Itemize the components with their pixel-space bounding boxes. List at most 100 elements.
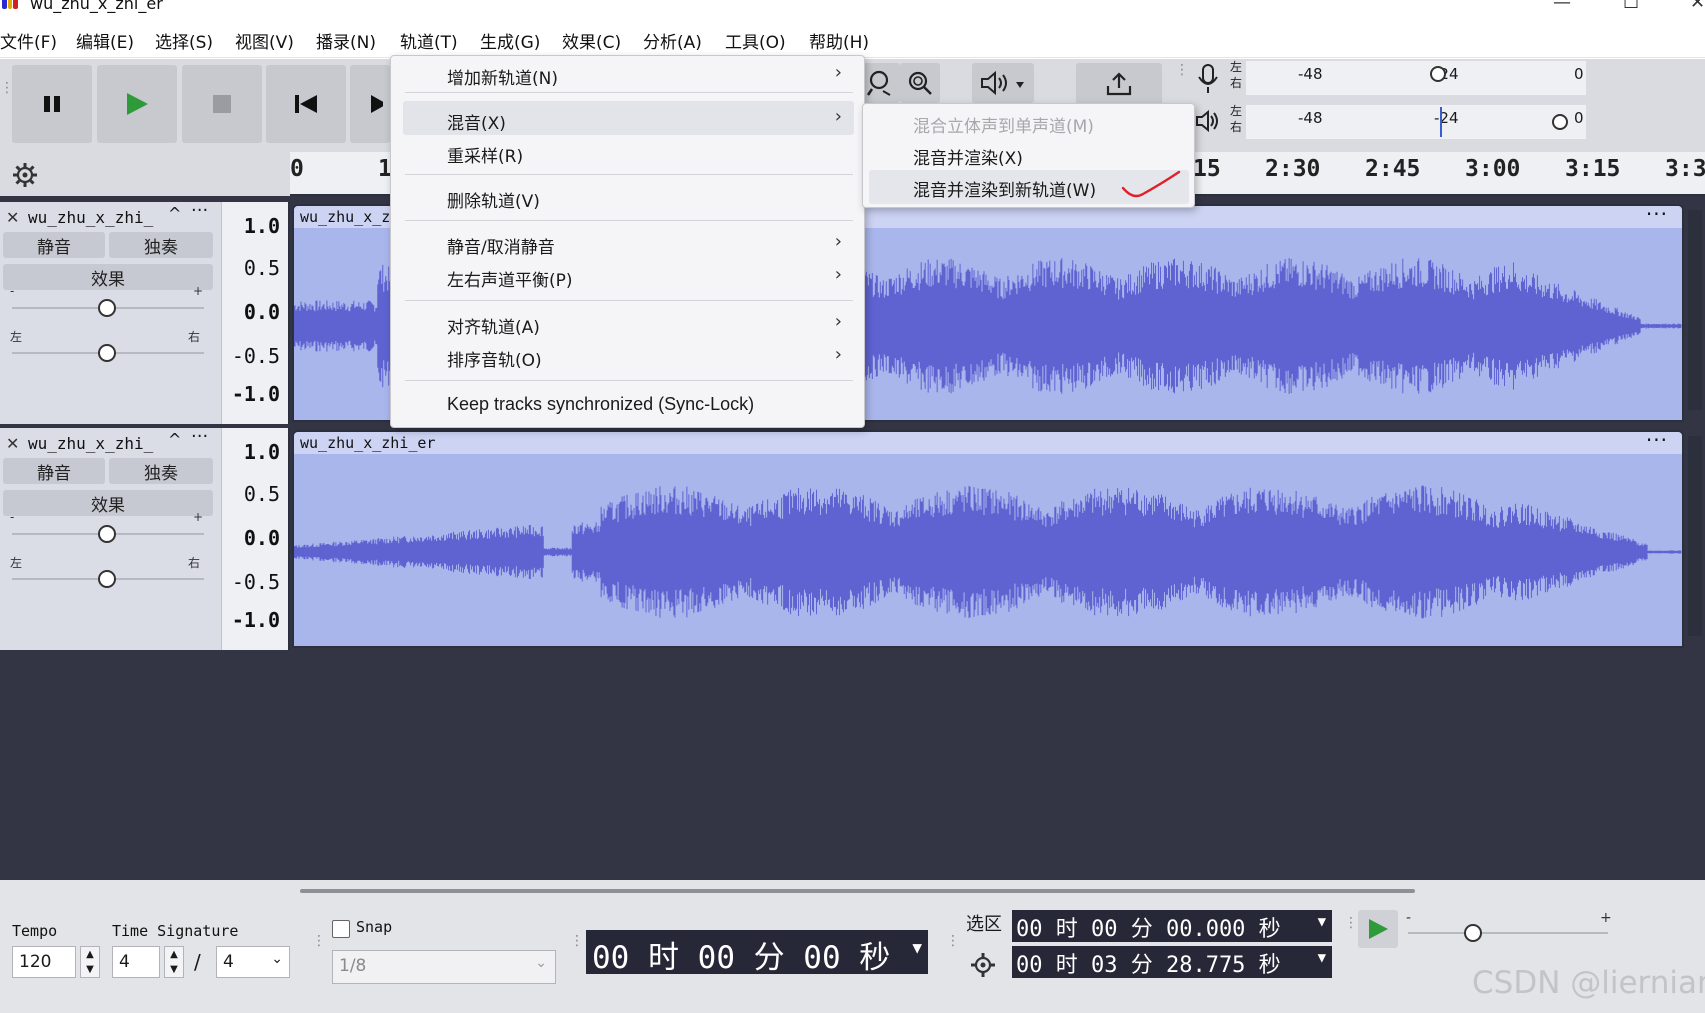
- menu-item-sync-lock[interactable]: Keep tracks synchronized (Sync-Lock): [447, 394, 754, 415]
- selection-grip[interactable]: ⋮: [946, 934, 960, 948]
- snap-grip[interactable]: ⋮: [312, 934, 326, 948]
- maximize-icon[interactable]: ☐: [1623, 0, 1639, 13]
- submenu-item-mix-stereo-to-mono[interactable]: 混合立体声到单声道(M): [913, 112, 1094, 137]
- minimize-icon[interactable]: —: [1553, 0, 1571, 13]
- zoom-toggle-button[interactable]: [900, 63, 940, 103]
- play-button[interactable]: [97, 65, 177, 143]
- pause-button[interactable]: [12, 65, 92, 143]
- track-scrollbar[interactable]: [1688, 210, 1702, 410]
- track-scrollbar[interactable]: [1688, 436, 1702, 636]
- track-name[interactable]: wu_zhu_x_zhi_: [28, 208, 153, 227]
- track-control-panel[interactable]: ✕ wu_zhu_x_zhi_ ^ ··· 静音 独奏 效果 - + 左 右: [0, 426, 222, 650]
- menu-help[interactable]: 帮助(H): [809, 28, 869, 53]
- zoom-fit-button[interactable]: [860, 63, 900, 103]
- menu-file[interactable]: 文件(F): [0, 28, 57, 53]
- menu-analyze[interactable]: 分析(A): [643, 28, 702, 53]
- audio-clip[interactable]: wu_zhu_x_zhi_er ···: [292, 430, 1684, 648]
- play-at-speed-grip[interactable]: ⋮: [1344, 916, 1358, 930]
- clip-menu-icon[interactable]: ···: [1646, 432, 1668, 452]
- record-level-knob[interactable]: [1430, 66, 1446, 82]
- playback-meter[interactable]: -48 -24 0: [1246, 105, 1586, 139]
- menu-item-mute-unmute[interactable]: 静音/取消静音: [447, 233, 555, 258]
- microphone-icon[interactable]: [1196, 63, 1220, 95]
- speed-slider-knob[interactable]: [1464, 924, 1482, 942]
- menu-generate[interactable]: 生成(G): [480, 28, 540, 53]
- submenu-item-mix-and-render[interactable]: 混音并渲染(X): [913, 144, 1023, 169]
- time-grip[interactable]: ⋮: [570, 934, 584, 948]
- playback-speaker-icon[interactable]: [1194, 107, 1220, 137]
- audio-setup-button[interactable]: [972, 63, 1034, 103]
- dropdown-triangle-icon[interactable]: ▼: [1318, 914, 1326, 930]
- selection-gear-icon[interactable]: [970, 952, 996, 978]
- speed-slider-track[interactable]: [1408, 932, 1608, 934]
- pan-slider-knob[interactable]: [98, 344, 116, 362]
- snap-checkbox[interactable]: [332, 920, 350, 938]
- solo-button[interactable]: 独奏: [109, 458, 213, 484]
- vertical-scale[interactable]: 1.0 0.5 0.0 -0.5 -1.0: [222, 202, 290, 424]
- track-name[interactable]: wu_zhu_x_zhi_: [28, 434, 153, 453]
- time-signature-spinner[interactable]: ▲ ▼: [164, 946, 184, 978]
- menu-item-add-new-track[interactable]: 增加新轨道(N): [447, 64, 558, 89]
- menu-edit[interactable]: 编辑(E): [76, 28, 134, 53]
- play-at-speed-button[interactable]: [1358, 910, 1398, 948]
- mute-button[interactable]: 静音: [3, 458, 105, 484]
- clip-header[interactable]: wu_zhu_x_zhi_er ···: [294, 432, 1682, 454]
- skip-end-button[interactable]: [350, 65, 390, 143]
- menu-select[interactable]: 选择(S): [155, 28, 213, 53]
- playback-meter-channels: 左右: [1230, 104, 1243, 134]
- close-window-icon[interactable]: ✕: [1690, 0, 1705, 13]
- gain-slider-knob[interactable]: [98, 299, 116, 317]
- submenu-item-mix-render-new-track[interactable]: 混音并渲染到新轨道(W): [913, 176, 1096, 201]
- playback-level-knob[interactable]: [1552, 114, 1568, 130]
- menu-record[interactable]: 播录(N): [316, 28, 376, 53]
- menu-item-align-tracks[interactable]: 对齐轨道(A): [447, 313, 540, 338]
- meter-grip[interactable]: ⋮: [1175, 63, 1189, 77]
- solo-button[interactable]: 独奏: [109, 232, 213, 258]
- horizontal-scrollbar[interactable]: [300, 889, 1415, 893]
- horizontal-scroll-area[interactable]: [0, 880, 1705, 902]
- menu-item-mix[interactable]: 混音(X): [447, 109, 506, 134]
- record-meter[interactable]: -48 -24 0: [1246, 61, 1586, 95]
- selection-end-display[interactable]: 00 时 03 分 28.775 秒 ▼: [1012, 946, 1332, 978]
- mute-button[interactable]: 静音: [3, 232, 105, 258]
- menu-tracks[interactable]: 轨道(T): [400, 28, 458, 53]
- close-track-icon[interactable]: ✕: [6, 208, 19, 227]
- audio-position-display[interactable]: 00 时 00 分 00 秒 ▼: [586, 930, 928, 976]
- pan-slider-knob[interactable]: [98, 570, 116, 588]
- effects-button[interactable]: 效果: [3, 490, 213, 516]
- tempo-spinner[interactable]: ▲ ▼: [80, 946, 100, 978]
- menu-effects[interactable]: 效果(C): [562, 28, 621, 53]
- effects-button[interactable]: 效果: [3, 264, 213, 290]
- selection-start-display[interactable]: 00 时 00 分 00.000 秒 ▼: [1012, 910, 1332, 942]
- time-signature-numerator[interactable]: 4: [112, 946, 160, 978]
- gear-icon[interactable]: [12, 162, 38, 188]
- tempo-input[interactable]: 120: [12, 946, 76, 978]
- menu-item-sort-tracks[interactable]: 排序音轨(O): [447, 346, 542, 371]
- time-signature-denominator[interactable]: 4 ⌄: [216, 946, 290, 978]
- collapse-track-icon[interactable]: ^: [168, 430, 181, 449]
- menu-view[interactable]: 视图(V): [235, 28, 294, 53]
- playback-meter-tick: 0: [1574, 109, 1584, 127]
- stop-button[interactable]: [182, 65, 262, 143]
- dropdown-triangle-icon[interactable]: ▼: [912, 938, 922, 957]
- track-menu-icon[interactable]: ···: [191, 426, 208, 447]
- scale-label: -0.5: [231, 344, 280, 368]
- toolbar-grip[interactable]: ⋮: [0, 81, 14, 95]
- waveform[interactable]: [294, 454, 1682, 648]
- share-audio-button[interactable]: [1076, 63, 1162, 105]
- dropdown-triangle-icon[interactable]: ▼: [1318, 950, 1326, 966]
- pan-left-label: 左: [10, 556, 23, 570]
- clip-menu-icon[interactable]: ···: [1646, 206, 1668, 226]
- vertical-scale[interactable]: 1.0 0.5 0.0 -0.5 -1.0: [222, 428, 290, 650]
- snap-select[interactable]: 1/8 ⌄: [332, 950, 556, 984]
- skip-start-button[interactable]: [266, 65, 346, 143]
- track-control-panel[interactable]: ✕ wu_zhu_x_zhi_ ^ ··· 静音 独奏 效果 - + 左 右: [0, 200, 222, 424]
- collapse-track-icon[interactable]: ^: [168, 204, 181, 223]
- menu-item-remove-track[interactable]: 删除轨道(V): [447, 187, 540, 212]
- menu-item-pan[interactable]: 左右声道平衡(P): [447, 266, 573, 291]
- menu-item-resample[interactable]: 重采样(R): [447, 142, 523, 167]
- track-menu-icon[interactable]: ···: [191, 200, 208, 221]
- gain-slider-knob[interactable]: [98, 525, 116, 543]
- menu-tools[interactable]: 工具(O): [725, 28, 786, 53]
- close-track-icon[interactable]: ✕: [6, 434, 19, 453]
